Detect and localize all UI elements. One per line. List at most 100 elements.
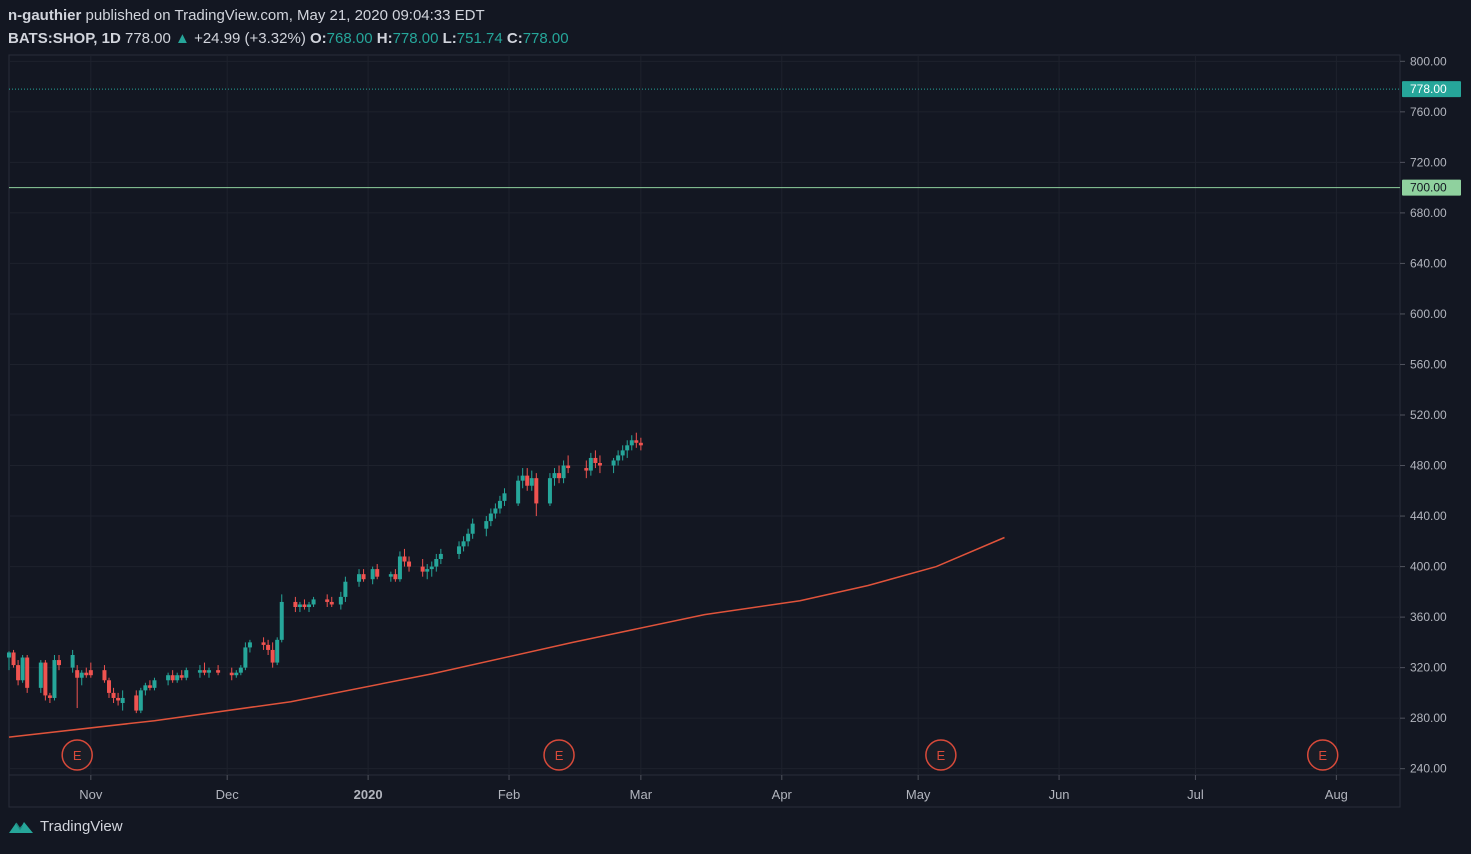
y-tick-label: 240.00 [1410,762,1447,776]
candle-body-down [420,566,425,572]
y-tick-label: 320.00 [1410,661,1447,675]
candle-body-up [397,556,402,580]
price-chart[interactable]: 240.00 280.00 320.00 360.00 400.00 440.00 480.… [0,0,1471,854]
y-tick-label: 360.00 [1410,610,1447,624]
candle-body-up [529,478,534,486]
candle-body-down [25,657,30,688]
tradingview-logo-icon [9,821,33,833]
candle-body-up [547,478,552,504]
candle-body-down [75,670,80,678]
candle-body-down [361,574,366,580]
x-tick-label: Jul [1187,787,1204,802]
candle-body-down [593,457,598,463]
candle-body-up [311,599,316,605]
candle-body-down [134,695,139,711]
candle-body-up [275,639,280,663]
candle-body-up [79,672,84,678]
candle-body-up [429,566,434,570]
candle-body-down [557,473,562,479]
candle-body-up [561,465,566,479]
x-tick-label: 2020 [354,787,383,802]
candle-body-down [266,644,271,650]
candle-body-up [502,493,507,501]
candle-body-up [70,655,75,668]
candle-body-up [238,667,243,673]
current-price-label: 778.00 [1410,82,1447,96]
candle-body-up [7,652,11,658]
candle-body-up [457,546,462,554]
candle-body-up [343,581,348,597]
candle-body-down [584,468,589,471]
candle-body-down [88,670,93,676]
candle-body-up [297,604,302,607]
candle-body-down [638,442,643,446]
candle-body-up [620,450,625,456]
candle-body-up [470,523,475,534]
y-tick-label: 560.00 [1410,357,1447,371]
candle-body-down [525,475,530,486]
candle-body-down [261,642,266,645]
candle-body-down [102,670,107,681]
candle-body-up [243,647,248,668]
candle-body-up [611,460,616,466]
candle-body-up [488,513,493,522]
candle-body-down [566,465,571,469]
candle-body-up [152,680,157,688]
candle-body-up [138,690,143,711]
y-tick-label: 800.00 [1410,54,1447,68]
x-tick-label: Jun [1049,787,1070,802]
level-label: 700.00 [1410,181,1447,195]
y-tick-label: 600.00 [1410,307,1447,321]
candle-body-down [597,463,602,466]
candle-body-down [179,675,184,678]
candle-body-up [357,574,362,582]
candle-body-down [170,675,175,681]
plot-frame [8,54,1401,808]
y-tick-label: 520.00 [1410,408,1447,422]
y-tick-label: 640.00 [1410,256,1447,270]
candle-body-up [629,440,634,446]
moving-average-line [8,536,1005,738]
candle-body-down [147,685,152,688]
x-tick-label: Aug [1325,787,1348,802]
candle-body-up [434,559,439,567]
candle-body-down [407,561,412,567]
candle-body-down [216,670,221,673]
candle-body-up [461,541,466,547]
y-tick-label: 680.00 [1410,206,1447,220]
candle-body-up [20,657,25,681]
candle-body-down [329,601,334,605]
candle-body-down [84,672,89,676]
candle-body-up [166,675,171,681]
candle-body-down [202,670,207,673]
candle-body-up [493,508,498,514]
candle-body-up [625,445,630,451]
chart-snapshot: { "header": { "author": "n-gauthier", "p… [0,0,1471,854]
candle-body-down [375,569,380,577]
candle-body-down [302,604,307,607]
earnings-marker-label: E [937,748,946,763]
y-tick-label: 480.00 [1410,459,1447,473]
brand-name: TradingView [40,818,123,835]
candle-body-down [47,695,52,698]
candle-body-down [43,662,48,696]
candle-body-down [534,478,539,504]
candle-body-up [588,457,593,471]
candle-body-down [111,692,116,698]
candle-body-down [229,672,234,676]
candle-body-up [247,642,252,648]
tradingview-logo[interactable]: TradingView [8,818,123,835]
earnings-marker-label: E [1318,748,1327,763]
candle-body-up [175,675,180,681]
x-tick-label: Apr [772,787,793,802]
candle-body-down [293,601,298,607]
candle-body-up [307,604,312,607]
x-tick-label: Feb [498,787,520,802]
candle-body-down [11,652,16,666]
y-tick-label: 760.00 [1410,105,1447,119]
candle-body-up [52,660,57,698]
candle-body-up [520,475,525,481]
y-tick-label: 280.00 [1410,711,1447,725]
candle-body-down [270,649,275,663]
candle-body-down [325,599,330,602]
